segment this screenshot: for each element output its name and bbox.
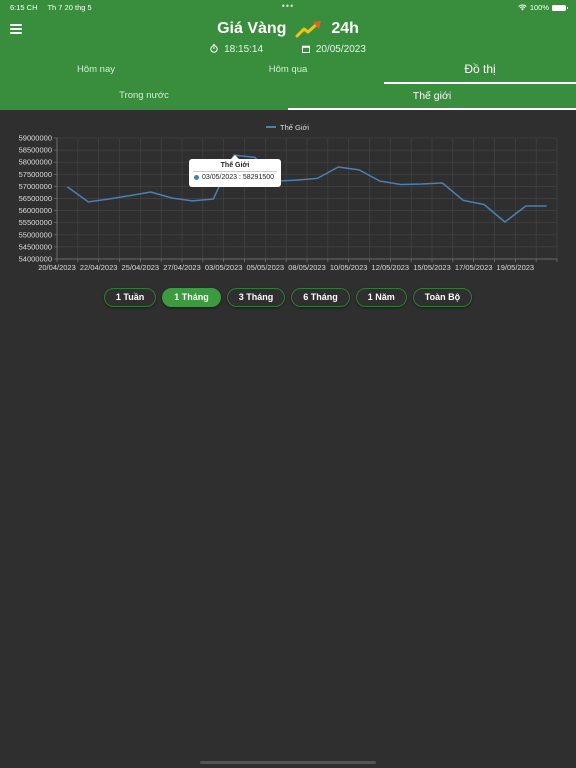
- x-tick-label: 27/04/2023: [163, 263, 201, 272]
- chart-grid: [56, 137, 558, 260]
- data-point: [378, 180, 381, 183]
- tooltip-title: Thế Giới: [220, 162, 250, 169]
- x-tick-label: 03/05/2023: [205, 263, 243, 272]
- x-axis: 20/04/2023 22/04/2023 25/04/2023 27/04/2023…: [38, 258, 558, 272]
- tab-do-thi[interactable]: Đồ thị: [384, 60, 576, 84]
- calendar-icon: [301, 45, 310, 54]
- tab-hom-qua[interactable]: Hôm qua: [192, 60, 384, 84]
- data-point: [108, 197, 111, 200]
- tooltip-series-dot: [194, 175, 199, 180]
- timer-icon: [210, 44, 218, 53]
- x-tick-label: 10/05/2023: [330, 263, 368, 272]
- date-readout: 20/05/2023: [301, 44, 366, 55]
- tab-trong-nuoc[interactable]: Trong nước: [0, 85, 288, 110]
- data-point: [191, 199, 194, 202]
- x-tick-label: 08/05/2023: [288, 263, 326, 272]
- multitask-dots[interactable]: •••: [282, 1, 294, 11]
- data-point: [170, 197, 173, 200]
- data-point: [149, 190, 152, 193]
- range-1-week-button[interactable]: 1 Tuần: [103, 288, 157, 307]
- y-tick-label: 57000000: [19, 182, 52, 191]
- data-point: [483, 203, 486, 206]
- chart-legend: Thế Giới: [266, 123, 309, 132]
- y-tick-label: 56000000: [19, 206, 52, 215]
- y-tick-label: 57500000: [19, 170, 52, 179]
- x-tick-label: 20/04/2023: [38, 263, 76, 272]
- title-left: Giá Vàng: [217, 20, 287, 38]
- home-indicator[interactable]: [200, 761, 376, 764]
- x-tick-label: 22/04/2023: [80, 263, 118, 272]
- status-time: 6:15 CH: [10, 3, 38, 12]
- data-point: [524, 205, 527, 208]
- data-point: [399, 183, 402, 186]
- app-bar: 6:15 CH Th 7 20 thg 5 ••• 100% Giá Vàng …: [0, 0, 576, 110]
- x-tick-label: 15/05/2023: [413, 263, 451, 272]
- trending-up-icon: [295, 21, 321, 38]
- data-point: [66, 185, 69, 188]
- data-point: [87, 200, 90, 203]
- battery-icon: [552, 4, 568, 11]
- data-point: [128, 194, 131, 197]
- price-chart[interactable]: 5400000054500000550000005550000056000000…: [0, 115, 576, 275]
- y-axis: 5400000054500000550000005550000056000000…: [19, 134, 58, 264]
- data-point: [316, 177, 319, 180]
- y-tick-label: 56500000: [19, 194, 52, 203]
- data-point: [441, 182, 444, 185]
- data-point: [358, 168, 361, 171]
- x-tick-label: 25/04/2023: [122, 263, 160, 272]
- range-6-months-button[interactable]: 6 Tháng: [291, 288, 350, 307]
- x-tick-label: 12/05/2023: [372, 263, 410, 272]
- y-tick-label: 55000000: [19, 230, 52, 239]
- data-point: [545, 205, 548, 208]
- x-tick-label: 17/05/2023: [455, 263, 493, 272]
- wifi-icon: [518, 4, 527, 11]
- clock-value: 18:15:14: [224, 44, 264, 55]
- range-all-button[interactable]: Toàn Bộ: [412, 288, 473, 307]
- legend-label: Thế Giới: [280, 123, 309, 132]
- y-tick-label: 59000000: [19, 134, 52, 143]
- range-3-months-button[interactable]: 3 Tháng: [226, 288, 286, 307]
- data-point: [503, 220, 506, 223]
- chart-tooltip: Thế Giới 03/05/2023 : 58291500: [189, 155, 281, 187]
- x-tick-label: 19/05/2023: [497, 263, 535, 272]
- y-tick-label: 55500000: [19, 218, 52, 227]
- app-title: Giá Vàng 24h: [0, 20, 576, 38]
- y-tick-label: 58500000: [19, 146, 52, 155]
- x-tick-label: 05/05/2023: [247, 263, 285, 272]
- data-point: [295, 179, 298, 182]
- clock-readout: 18:15:14: [210, 44, 263, 55]
- y-tick-label: 54500000: [19, 242, 52, 251]
- main-tabs: Hôm nay Hôm qua Đồ thị: [0, 60, 576, 84]
- tab-hom-nay[interactable]: Hôm nay: [0, 60, 192, 84]
- data-point: [212, 197, 215, 200]
- battery-percent: 100%: [529, 3, 549, 12]
- y-tick-label: 58000000: [19, 158, 52, 167]
- range-1-month-button[interactable]: 1 Tháng: [162, 288, 221, 307]
- sub-tabs: Trong nước Thế giới: [0, 85, 576, 110]
- data-point: [337, 166, 340, 169]
- date-value: 20/05/2023: [315, 44, 366, 55]
- data-point: [420, 182, 423, 185]
- range-1-year-button[interactable]: 1 Năm: [355, 288, 407, 307]
- data-point: [462, 199, 465, 202]
- tooltip-value: 03/05/2023 : 58291500: [202, 174, 275, 181]
- tab-the-gioi[interactable]: Thế giới: [288, 85, 576, 110]
- status-date: Th 7 20 thg 5: [47, 3, 92, 12]
- status-bar: 6:15 CH Th 7 20 thg 5 ••• 100%: [10, 1, 568, 15]
- title-right: 24h: [331, 20, 359, 38]
- range-selector: 1 Tuần 1 Tháng 3 Tháng 6 Tháng 1 Năm Toà…: [0, 288, 576, 307]
